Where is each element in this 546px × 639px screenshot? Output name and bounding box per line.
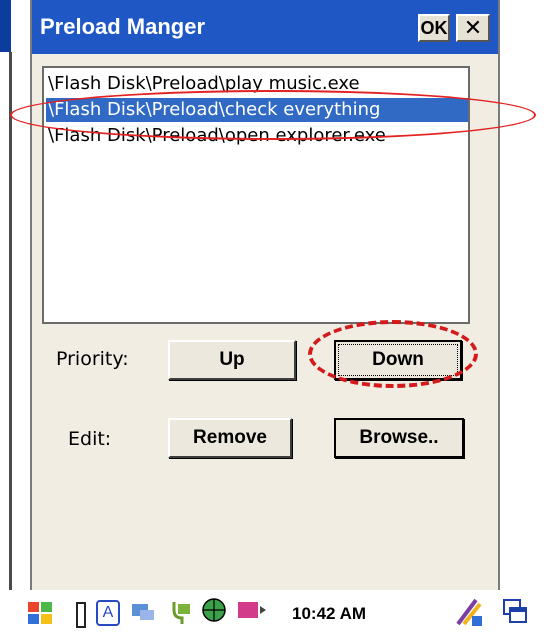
network-icon[interactable] — [128, 596, 158, 632]
ok-button[interactable]: OK — [418, 14, 450, 42]
up-button[interactable]: Up — [168, 340, 296, 380]
power-plug-icon[interactable] — [168, 596, 196, 632]
edit-label: Edit: — [68, 428, 112, 450]
title-bar: Preload Manger OK ✕ — [32, 0, 498, 54]
priority-label: Priority: — [56, 348, 129, 370]
background-window-edge — [0, 0, 20, 590]
remove-button[interactable]: Remove — [168, 418, 292, 458]
taskbar: A 10:42 AM — [0, 590, 546, 639]
start-flag-icon[interactable] — [24, 596, 58, 632]
media-volume-icon[interactable] — [236, 596, 270, 632]
background-titlebar-fragment — [0, 0, 11, 52]
input-mode-icon[interactable]: A — [96, 600, 120, 626]
globe-icon[interactable] — [200, 596, 228, 632]
separator-icon — [76, 602, 86, 628]
window-switch-icon[interactable] — [500, 596, 530, 632]
browse-button[interactable]: Browse.. — [334, 418, 464, 458]
selection-highlight-ellipse — [10, 90, 536, 140]
window-title: Preload Manger — [40, 14, 206, 39]
background-border — [9, 52, 12, 590]
clock[interactable]: 10:42 AM — [292, 604, 366, 624]
preload-manager-dialog: Preload Manger OK ✕ \Flash Disk\Preload\… — [30, 0, 500, 590]
down-button-highlight-ellipse — [308, 320, 478, 388]
keyboard-pen-icon[interactable] — [454, 596, 484, 632]
close-button[interactable]: ✕ — [456, 14, 490, 42]
